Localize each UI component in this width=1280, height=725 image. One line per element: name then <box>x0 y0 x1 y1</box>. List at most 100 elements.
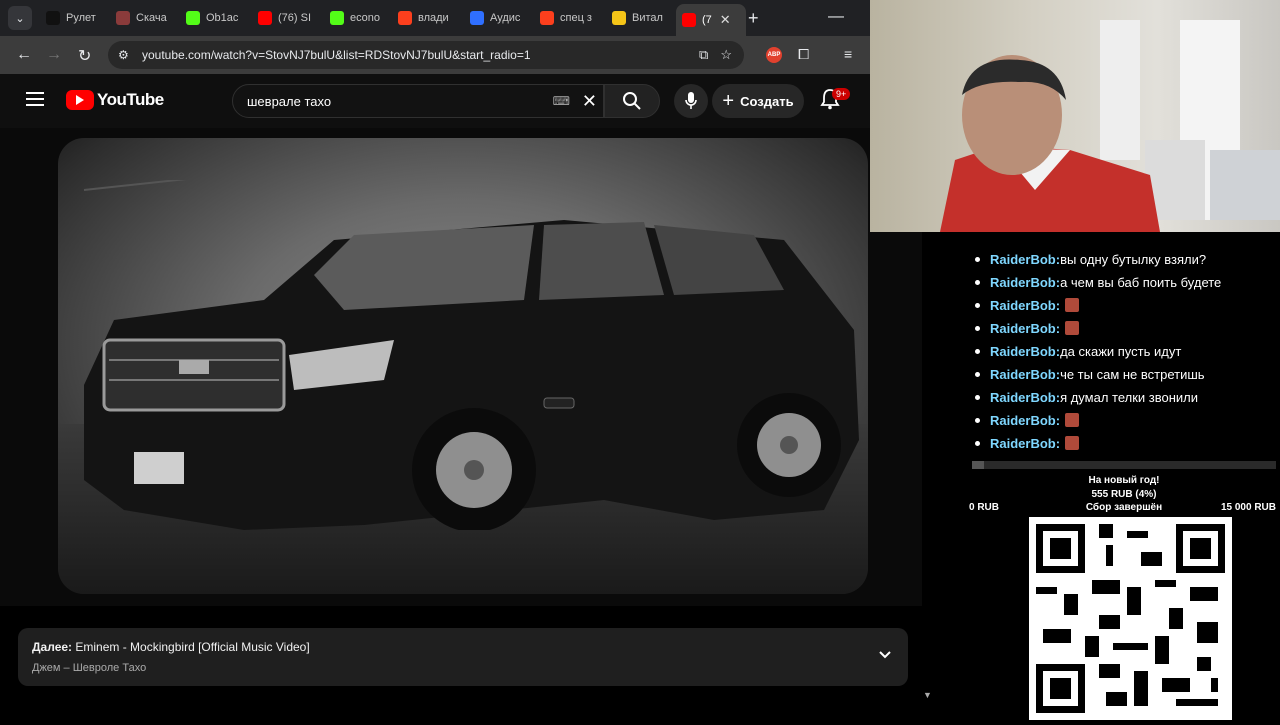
expand-chevron-icon[interactable] <box>878 647 892 665</box>
chat-emote-icon <box>1065 436 1080 450</box>
donation-goal-max: 15 000 RUB <box>1220 502 1276 513</box>
chat-emote-icon <box>1065 298 1080 312</box>
browser-tab-title: (7 <box>702 14 712 26</box>
site-info-icon[interactable]: ⚙ <box>118 48 134 62</box>
keyboard-icon[interactable]: ⌨ <box>553 94 570 108</box>
youtube-header: YouTube шевралe тахо ⌨ ✕ + Создать 9+ <box>0 74 870 128</box>
chat-message-text: я думал телки звонили <box>1060 389 1199 405</box>
close-tab-icon[interactable]: ✕ <box>720 12 731 28</box>
chat-message: RaiderBob: <box>970 317 1080 339</box>
extensions-puzzle-icon[interactable]: ⧠ <box>798 46 809 63</box>
bullet-icon <box>975 256 980 262</box>
up-next-panel[interactable]: Далее: Eminem - Mockingbird [Official Mu… <box>18 628 908 686</box>
bullet-icon <box>975 394 980 400</box>
browser-tab[interactable]: Скача <box>116 4 178 32</box>
browser-tab[interactable]: спец з <box>540 4 604 32</box>
browser-tab[interactable]: (76) SI <box>258 4 322 32</box>
forward-button[interactable]: → <box>46 46 62 64</box>
bullet-icon <box>975 417 980 423</box>
scroll-down-arrow-icon[interactable]: ▼ <box>923 690 932 700</box>
chat-username[interactable]: RaiderBob: <box>990 367 1060 382</box>
arrow-left-icon: ← <box>16 46 32 63</box>
donation-goal-amount: 555 RUB (4%) <box>1091 489 1157 500</box>
bookmark-star-icon[interactable]: ☆ <box>720 47 732 63</box>
chat-message: RaiderBob: вы одну бутылку взяли? <box>970 248 1206 270</box>
donation-qr-code <box>1029 517 1232 720</box>
plus-icon: + <box>722 89 735 112</box>
adblock-extension-icon[interactable]: ABP <box>766 47 782 63</box>
reload-button[interactable]: ↻ <box>78 46 91 66</box>
bullet-icon <box>975 371 980 377</box>
bullet-icon <box>975 279 980 285</box>
yandex-icon <box>540 11 554 25</box>
chat-username[interactable]: RaiderBob: <box>990 275 1060 290</box>
browser-tab-title: спец з <box>560 12 592 24</box>
browser-tab[interactable]: econo <box>330 4 392 32</box>
browser-tab-title: Скача <box>136 12 167 24</box>
bullet-icon <box>975 440 980 446</box>
chat-message: RaiderBob: <box>970 432 1080 454</box>
chat-message: RaiderBob: а чем вы баб поить будете <box>970 271 1221 293</box>
tiktok-icon <box>46 11 60 25</box>
reading-list-icon[interactable]: ≡ <box>844 46 852 62</box>
minimize-button[interactable]: — <box>828 8 844 26</box>
browser-tab[interactable]: Рулет <box>46 4 108 32</box>
browser-tab-title: (76) SI <box>278 12 312 24</box>
back-button[interactable]: ← <box>16 46 32 64</box>
kick-icon <box>186 11 200 25</box>
browser-tab[interactable]: (7 ✕ <box>676 4 746 36</box>
search-query: шевралe тахо <box>247 93 332 109</box>
browser-tab[interactable]: влади <box>398 4 462 32</box>
chat-username[interactable]: RaiderBob: <box>990 436 1060 451</box>
chat-message-text: а чем вы баб поить будете <box>1060 274 1222 290</box>
youtube-logo[interactable]: YouTube <box>66 90 164 110</box>
donation-progress-fill <box>972 461 985 469</box>
chevron-down-icon: ⌄ <box>15 12 25 25</box>
chat-username[interactable]: RaiderBob: <box>990 321 1060 336</box>
chat-username[interactable]: RaiderBob: <box>990 413 1060 428</box>
video-player[interactable] <box>0 128 922 606</box>
chat-username[interactable]: RaiderBob: <box>990 252 1060 267</box>
url-text: youtube.com/watch?v=StovNJ7bulU&list=RDS… <box>142 48 531 62</box>
tab-strip: ⌄ Рулет Скача Ob1ac (76) SI econo влади Аудис с… <box>0 0 870 36</box>
chat-username[interactable]: RaiderBob: <box>990 344 1060 359</box>
install-app-icon[interactable]: ⧉ <box>699 47 708 63</box>
microphone-icon <box>685 92 697 109</box>
up-next-title[interactable]: Eminem - Mockingbird [Official Music Vid… <box>75 640 309 654</box>
webcam-feed <box>870 0 1280 232</box>
chat-message-text: че ты сам не встретишь <box>1060 366 1205 382</box>
chat-message-text: вы одну бутылку взяли? <box>1060 251 1207 267</box>
chat-username[interactable]: RaiderBob: <box>990 298 1060 313</box>
create-label: Создать <box>740 93 794 109</box>
bullet-icon <box>975 302 980 308</box>
stream-chat: RaiderBob: вы одну бутылку взяли? RaiderBo… <box>970 238 1280 458</box>
address-bar[interactable]: ⚙ youtube.com/watch?v=StovNJ7bulU&list=R… <box>108 41 744 69</box>
tab-search-button[interactable]: ⌄ <box>8 6 32 30</box>
gift-icon <box>116 11 130 25</box>
browser-tab[interactable]: Аудис <box>470 4 532 32</box>
browser-toolbar: ← → ↻ ⚙ youtube.com/watch?v=StovNJ7bulU&… <box>0 36 870 74</box>
chat-message: RaiderBob: да скажи пусть идут <box>970 340 1181 362</box>
up-next-subtitle: Джем – Шевроле Тахо <box>32 662 147 674</box>
search-button[interactable] <box>604 84 660 118</box>
browser-tab[interactable]: Ob1ac <box>186 4 248 32</box>
chat-username[interactable]: RaiderBob: <box>990 390 1060 405</box>
create-button[interactable]: + Создать <box>712 84 804 118</box>
chevrolet-tahoe-image <box>83 180 859 530</box>
chat-message: RaiderBob: <box>970 294 1080 316</box>
browser-tab[interactable]: Витал <box>612 4 668 32</box>
menu-hamburger-icon[interactable] <box>26 92 44 110</box>
bullet-icon <box>975 325 980 331</box>
donation-progress-bar <box>972 461 1276 469</box>
voice-search-button[interactable] <box>674 84 708 118</box>
new-tab-button[interactable]: + <box>748 8 759 29</box>
webcam-scene <box>940 20 1280 232</box>
pause-icon <box>470 11 484 25</box>
clear-search-icon[interactable]: ✕ <box>582 91 597 112</box>
search-input[interactable]: шевралe тахо ⌨ ✕ <box>232 84 604 118</box>
browser-tab-title: Аудис <box>490 12 521 24</box>
video-frame <box>58 138 868 594</box>
chat-emote-icon <box>1065 413 1080 427</box>
youtube-icon <box>258 11 272 25</box>
up-next-prefix: Далее: <box>32 640 73 654</box>
